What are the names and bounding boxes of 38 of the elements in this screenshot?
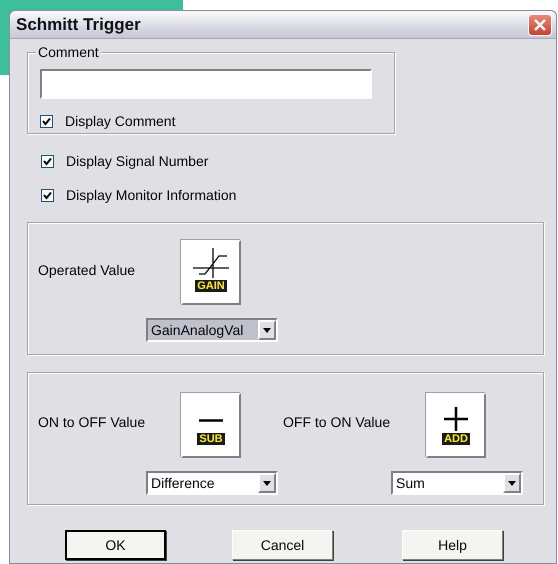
minus-icon (199, 419, 223, 422)
checkbox[interactable] (41, 189, 54, 202)
checkbox[interactable] (40, 115, 53, 128)
field-label: Operated Value (38, 261, 136, 280)
block-caption: SUB (197, 433, 225, 445)
plus-icon (444, 407, 468, 431)
dropdown-value: Sum (395, 474, 426, 493)
dropdown[interactable]: Sum (391, 471, 523, 495)
function-block-tile[interactable]: ADD (426, 393, 486, 458)
field-label: OFF to ON Value (283, 413, 392, 432)
dialog-button[interactable]: Cancel (232, 530, 333, 560)
dialog-button[interactable]: Help (402, 530, 503, 560)
comment-field[interactable] (40, 69, 372, 99)
checkbox-label: Display Signal Number (66, 152, 208, 171)
close-button[interactable] (528, 14, 552, 36)
dropdown-arrow-button[interactable] (258, 320, 276, 340)
function-block-tile[interactable]: SUB (181, 393, 241, 458)
checkbox[interactable] (41, 155, 54, 168)
caret-icon (263, 328, 271, 332)
caret-icon (508, 480, 516, 486)
field-label: ON to OFF Value (38, 413, 146, 432)
function-block-tile[interactable]: GAIN (181, 240, 241, 305)
checkbox-label: Display Monitor Information (66, 186, 236, 205)
block-caption: GAIN (195, 280, 227, 292)
caret-icon (263, 480, 271, 486)
close-icon (534, 18, 546, 30)
dropdown-arrow-button[interactable] (258, 473, 276, 493)
dropdown[interactable]: Difference (146, 471, 278, 495)
gain-curve-icon (193, 248, 229, 278)
dropdown-arrow-button[interactable] (503, 473, 521, 493)
dropdown[interactable]: GainAnalogVal (146, 318, 278, 342)
dialog-button[interactable]: OK (65, 530, 166, 560)
dropdown-value: GainAnalogVal (148, 320, 258, 340)
group-title: Comment (36, 44, 101, 60)
block-caption: ADD (442, 433, 470, 445)
checkbox-label: Display Comment (65, 112, 176, 131)
window-title: Schmitt Trigger (16, 14, 141, 36)
dropdown-value: Difference (150, 474, 216, 493)
